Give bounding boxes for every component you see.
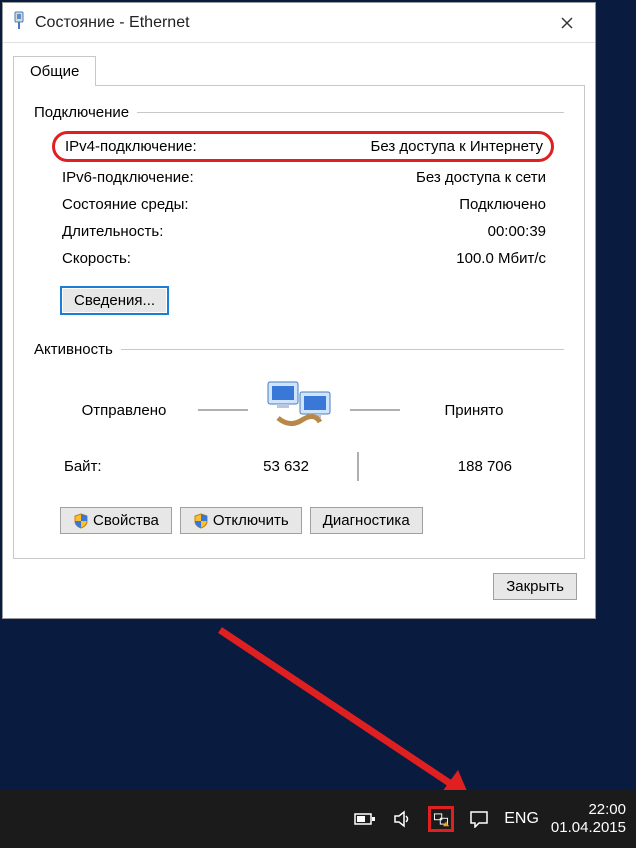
media-state-row: Состояние среды: Подключено <box>34 191 564 218</box>
ethernet-status-window: Состояние - Ethernet Общие Подключение I… <box>2 2 596 619</box>
bytes-separator <box>357 452 359 481</box>
bytes-sent-value: 53 632 <box>164 458 349 475</box>
tab-general[interactable]: Общие <box>13 56 96 86</box>
bytes-label: Байт: <box>64 458 164 475</box>
duration-value: 00:00:39 <box>488 223 546 240</box>
connection-group-label: Подключение <box>34 104 129 121</box>
media-label: Состояние среды: <box>62 196 459 213</box>
bytes-row: Байт: 53 632 188 706 <box>34 448 564 479</box>
window-title: Состояние - Ethernet <box>35 14 547 32</box>
language-indicator[interactable]: ENG <box>504 810 539 828</box>
ipv6-value: Без доступа к сети <box>416 169 546 186</box>
shield-icon <box>193 513 209 529</box>
titlebar: Состояние - Ethernet <box>3 3 595 43</box>
svg-text:!: ! <box>446 822 447 828</box>
disable-button[interactable]: Отключить <box>180 507 302 534</box>
separator-line <box>121 349 564 350</box>
close-button[interactable]: Закрыть <box>493 573 577 600</box>
action-buttons: Свойства Отключить Диагностика <box>60 507 564 534</box>
duration-row: Длительность: 00:00:39 <box>34 218 564 245</box>
ethernet-icon <box>11 11 27 35</box>
duration-label: Длительность: <box>62 223 488 240</box>
connection-group: Подключение <box>34 104 564 121</box>
dialog-footer: Закрыть <box>3 573 595 618</box>
media-value: Подключено <box>459 196 546 213</box>
tab-panel-general: Подключение IPv4-подключение: Без доступ… <box>13 85 585 559</box>
speed-label: Скорость: <box>62 250 456 267</box>
bytes-received-value: 188 706 <box>367 458 534 475</box>
ipv6-label: IPv6-подключение: <box>62 169 416 186</box>
volume-icon[interactable] <box>390 806 416 832</box>
network-tray-icon[interactable]: ! <box>428 806 454 832</box>
ipv4-label: IPv4-подключение: <box>65 138 370 155</box>
sent-label: Отправлено <box>64 402 184 419</box>
properties-label: Свойства <box>93 512 159 529</box>
clock-time: 22:00 <box>551 801 626 819</box>
battery-icon[interactable] <box>352 806 378 832</box>
received-label: Принято <box>414 402 534 419</box>
close-window-button[interactable] <box>547 8 587 38</box>
activity-line <box>350 409 400 411</box>
clock[interactable]: 22:00 01.04.2015 <box>551 801 628 837</box>
speed-value: 100.0 Мбит/с <box>456 250 546 267</box>
ipv4-value: Без доступа к Интернету <box>370 138 543 155</box>
disable-label: Отключить <box>213 512 289 529</box>
details-button[interactable]: Сведения... <box>60 286 169 315</box>
tab-strip: Общие <box>3 43 595 85</box>
speed-row: Скорость: 100.0 Мбит/с <box>34 245 564 272</box>
properties-button[interactable]: Свойства <box>60 507 172 534</box>
shield-icon <box>73 513 89 529</box>
network-computers-icon <box>262 376 336 444</box>
diagnose-button[interactable]: Диагностика <box>310 507 423 534</box>
ipv4-row-highlighted: IPv4-подключение: Без доступа к Интернет… <box>52 131 554 162</box>
activity-group: Активность Отправлено <box>34 341 564 479</box>
separator-line <box>137 112 564 113</box>
ipv6-row: IPv6-подключение: Без доступа к сети <box>34 164 564 191</box>
activity-group-label: Активность <box>34 341 113 358</box>
clock-date: 01.04.2015 <box>551 819 626 837</box>
close-icon <box>561 17 573 29</box>
activity-line <box>198 409 248 411</box>
action-center-icon[interactable] <box>466 806 492 832</box>
taskbar: ! ENG 22:00 01.04.2015 <box>0 790 636 848</box>
